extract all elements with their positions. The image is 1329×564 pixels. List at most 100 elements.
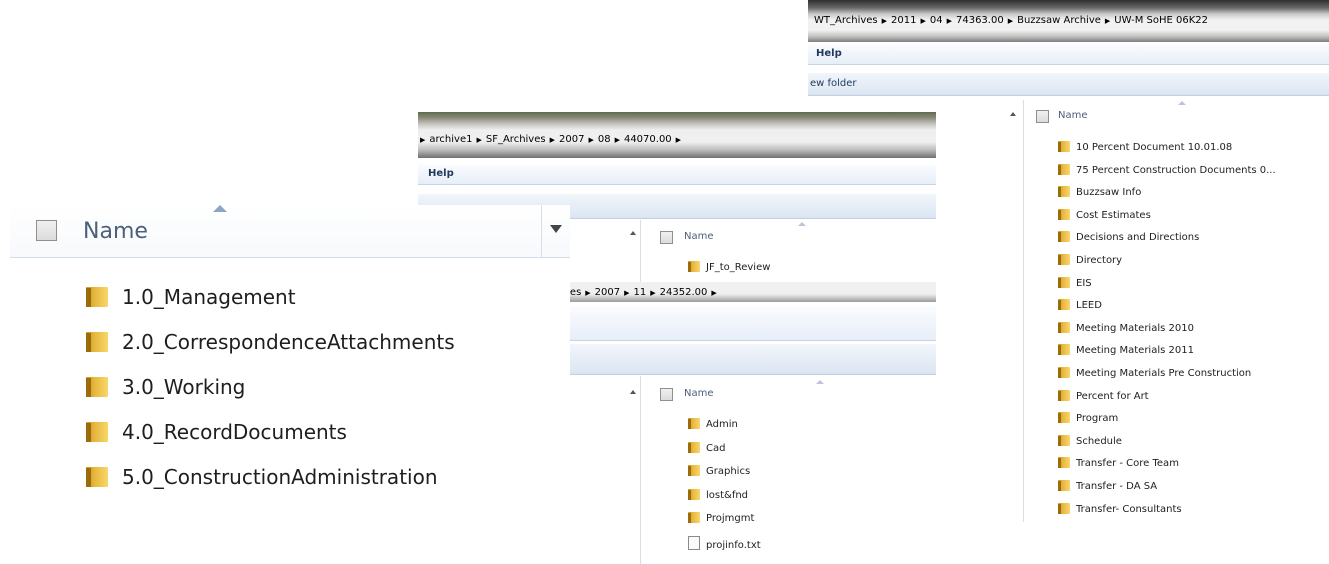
list-item[interactable]: projinfo.txt [688, 535, 761, 551]
name-column-header[interactable]: Name [684, 231, 714, 242]
select-all-checkbox[interactable] [36, 220, 57, 241]
list-item[interactable]: Percent for Art [1058, 389, 1149, 402]
list-item[interactable]: 75 Percent Construction Documents 0... [1058, 163, 1276, 176]
list-item[interactable]: Meeting Materials 2011 [1058, 344, 1194, 356]
select-all-checkbox[interactable] [1036, 110, 1049, 123]
item-name: JF_to_Review [706, 262, 771, 273]
list-item[interactable]: JF_to_Review [688, 261, 770, 273]
menu-bar: Help [418, 164, 936, 185]
new-folder-button[interactable]: ew folder [810, 78, 857, 89]
list-item[interactable]: Meeting Materials Pre Construction [1058, 367, 1251, 379]
item-name: Meeting Materials 2011 [1076, 345, 1194, 357]
breadcrumb-arrow-icon: ▶ [614, 136, 620, 144]
breadcrumb-item[interactable]: 44070.00 [624, 134, 672, 145]
breadcrumb-item[interactable]: 11 [634, 287, 647, 298]
item-name: 1.0_Management [122, 285, 296, 309]
folder-icon [1058, 434, 1070, 446]
list-item[interactable]: lost&fnd [688, 488, 748, 501]
list-item[interactable]: Graphics [688, 465, 750, 477]
name-column-header[interactable]: Name [83, 219, 148, 244]
breadcrumb-item[interactable]: UW-M SoHE 06K22 [1114, 15, 1208, 26]
item-name: Transfer- Consultants [1076, 503, 1182, 515]
item-name: Transfer - DA SA [1076, 481, 1158, 492]
breadcrumb-item[interactable]: SF_Archives [486, 134, 546, 145]
chevron-down-icon[interactable] [550, 225, 562, 233]
scroll-up-arrow-icon[interactable] [1010, 112, 1016, 116]
menu-help[interactable]: Help [428, 168, 454, 179]
folder-icon [1058, 254, 1070, 265]
item-name: Percent for Art [1076, 390, 1149, 402]
list-item[interactable]: Program [1058, 412, 1118, 424]
item-name: Meeting Materials Pre Construction [1076, 368, 1252, 379]
list-item[interactable]: 10 Percent Document 10.01.08 [1058, 141, 1232, 153]
item-name: 3.0_Working [122, 375, 246, 399]
breadcrumb-arrow-icon: ▶ [1007, 17, 1014, 25]
breadcrumb-item[interactable]: 2011 [891, 15, 916, 26]
breadcrumb-item[interactable]: 2007 [559, 134, 584, 145]
folder-icon [688, 512, 700, 523]
sort-ascending-icon [213, 205, 227, 212]
address-bar[interactable]: ▶ archive1 ▶ SF_Archives ▶ 2007 ▶ 08 ▶ 44070.00 ▶ [418, 112, 936, 158]
list-item[interactable]: Transfer - Core Team [1058, 457, 1179, 469]
breadcrumb-arrow-icon: ▶ [1104, 17, 1111, 25]
folder-icon [1058, 412, 1070, 424]
list-item[interactable]: EIS [1058, 276, 1092, 289]
list-item[interactable]: Cad [688, 441, 725, 454]
select-all-checkbox[interactable] [660, 231, 673, 244]
folder-icon [688, 261, 700, 272]
breadcrumb-arrow-icon: ▶ [920, 17, 926, 25]
breadcrumb-item[interactable]: 04 [930, 15, 943, 26]
nav-pane-divider[interactable] [1023, 100, 1024, 522]
breadcrumb-item[interactable]: archive1 [429, 134, 472, 145]
list-item[interactable]: Projmgmt [688, 512, 754, 524]
list-item[interactable]: LEED [1058, 299, 1102, 311]
list-item[interactable]: Transfer- Consultants [1058, 502, 1182, 515]
breadcrumb[interactable]: ves ▶ 2007 ▶ 11 ▶ 24352.00 ▶ [564, 287, 721, 298]
folder-icon [1058, 480, 1070, 491]
breadcrumb[interactable]: WT_Archives ▶ 2011 ▶ 04 ▶ 74363.00 ▶ Buzzsaw Arc… [814, 15, 1208, 26]
breadcrumb-item[interactable]: 2007 [595, 287, 620, 298]
list-item[interactable]: Buzzsaw Info [1058, 186, 1141, 198]
name-column-header[interactable]: Name [684, 388, 714, 399]
breadcrumb-arrow-icon: ▶ [476, 136, 482, 144]
list-item[interactable]: Schedule [1058, 434, 1122, 447]
column-divider[interactable] [541, 205, 542, 257]
list-item[interactable]: Cost Estimates [1058, 208, 1151, 221]
breadcrumb[interactable]: ▶ archive1 ▶ SF_Archives ▶ 2007 ▶ 08 ▶ 44070.00 ▶ [420, 134, 685, 145]
list-item[interactable]: Transfer - DA SA [1058, 480, 1157, 492]
folder-icon [86, 467, 108, 487]
folder-icon [86, 377, 108, 397]
list-item[interactable]: Admin [688, 418, 738, 430]
breadcrumb-item[interactable]: 74363.00 [956, 15, 1004, 26]
list-item[interactable]: Decisions and Directions [1058, 231, 1199, 243]
scroll-up-arrow-icon[interactable] [630, 390, 636, 394]
list-item[interactable]: Directory [1058, 254, 1122, 266]
breadcrumb-arrow-icon: ▶ [420, 136, 426, 144]
list-item[interactable]: 1.0_Management [86, 285, 296, 309]
breadcrumb-arrow-icon: ▶ [624, 289, 630, 297]
folder-icon [1058, 321, 1070, 333]
menu-help[interactable]: Help [816, 48, 842, 59]
breadcrumb-arrow-icon: ▶ [588, 136, 594, 144]
breadcrumb-item[interactable]: 24352.00 [660, 287, 708, 298]
item-name: Program [1076, 413, 1119, 425]
address-bar[interactable]: WT_Archives ▶ 2011 ▶ 04 ▶ 74363.00 ▶ Buzzsaw Arc… [808, 0, 1329, 42]
breadcrumb-item[interactable]: Buzzsaw Archive [1017, 15, 1101, 26]
name-column-header[interactable]: Name [1058, 110, 1088, 121]
breadcrumb-arrow-icon: ▶ [675, 136, 682, 144]
item-name: Admin [706, 419, 738, 430]
breadcrumb-item[interactable]: WT_Archives [814, 15, 878, 26]
item-name: Directory [1076, 255, 1123, 266]
list-item[interactable]: 3.0_Working [86, 375, 245, 399]
folder-icon [688, 488, 700, 500]
scroll-up-arrow-icon[interactable] [630, 231, 636, 235]
select-all-checkbox[interactable] [660, 388, 673, 401]
item-name: Cost Estimates [1076, 209, 1151, 221]
list-item[interactable]: Meeting Materials 2010 [1058, 321, 1194, 334]
breadcrumb-item[interactable]: 08 [598, 134, 611, 145]
list-item[interactable]: 5.0_ConstructionAdministration [86, 465, 438, 489]
list-item[interactable]: 2.0_CorrespondenceAttachments [86, 330, 455, 354]
nav-pane-divider[interactable] [640, 376, 641, 564]
sort-ascending-icon [798, 222, 806, 226]
list-item[interactable]: 4.0_RecordDocuments [86, 420, 347, 444]
